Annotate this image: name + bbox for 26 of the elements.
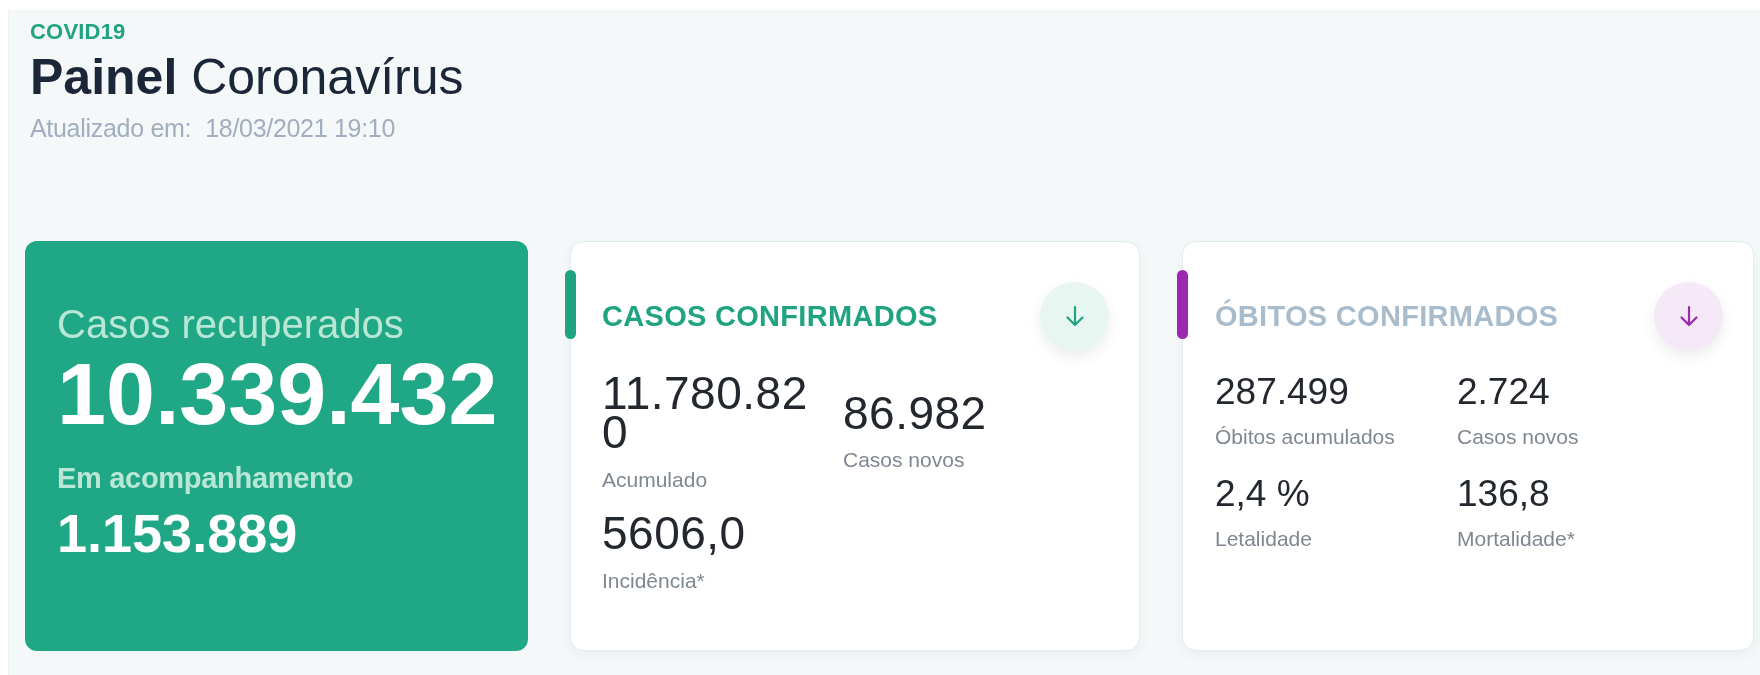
stat-value: 86.982 xyxy=(843,393,987,434)
stat-label: Óbitos acumulados xyxy=(1215,423,1395,450)
stat-value: 2.724 xyxy=(1457,372,1550,410)
stat-label: Incidência* xyxy=(602,567,705,593)
stat-label: Casos novos xyxy=(1457,423,1579,450)
card-label: Casos recuperados xyxy=(57,301,404,346)
stat-value: 287.499 xyxy=(1215,372,1349,410)
updated-date: 18/03/2021 19:10 xyxy=(205,112,395,143)
updated-label: Atualizado em: xyxy=(30,112,192,143)
stat-value: 136,8 xyxy=(1457,475,1550,513)
stat-value: 5606,0 xyxy=(602,514,746,554)
page-title: Painel Coronavírus xyxy=(30,49,464,107)
stat-label: Casos novos xyxy=(843,447,965,473)
section-tag: COVID19 xyxy=(30,19,126,46)
card-sublabel: Em acompanhamento xyxy=(57,462,354,495)
stat-value: 11.780.820 xyxy=(602,373,809,453)
card-title: CASOS CONFIRMADOS xyxy=(602,299,938,334)
arrow-down-icon xyxy=(1678,305,1699,328)
stat-value: 2,4 % xyxy=(1215,475,1310,513)
card-value: 10.339.432 xyxy=(57,349,498,438)
stat-label: Letalidade xyxy=(1215,526,1312,552)
card-title: ÓBITOS CONFIRMADOS xyxy=(1215,299,1559,334)
arrow-down-icon xyxy=(1064,305,1085,328)
card-subvalue: 1.153.889 xyxy=(57,505,298,560)
stat-label: Mortalidade* xyxy=(1457,526,1575,552)
stat-label: Acumulado xyxy=(602,467,708,493)
